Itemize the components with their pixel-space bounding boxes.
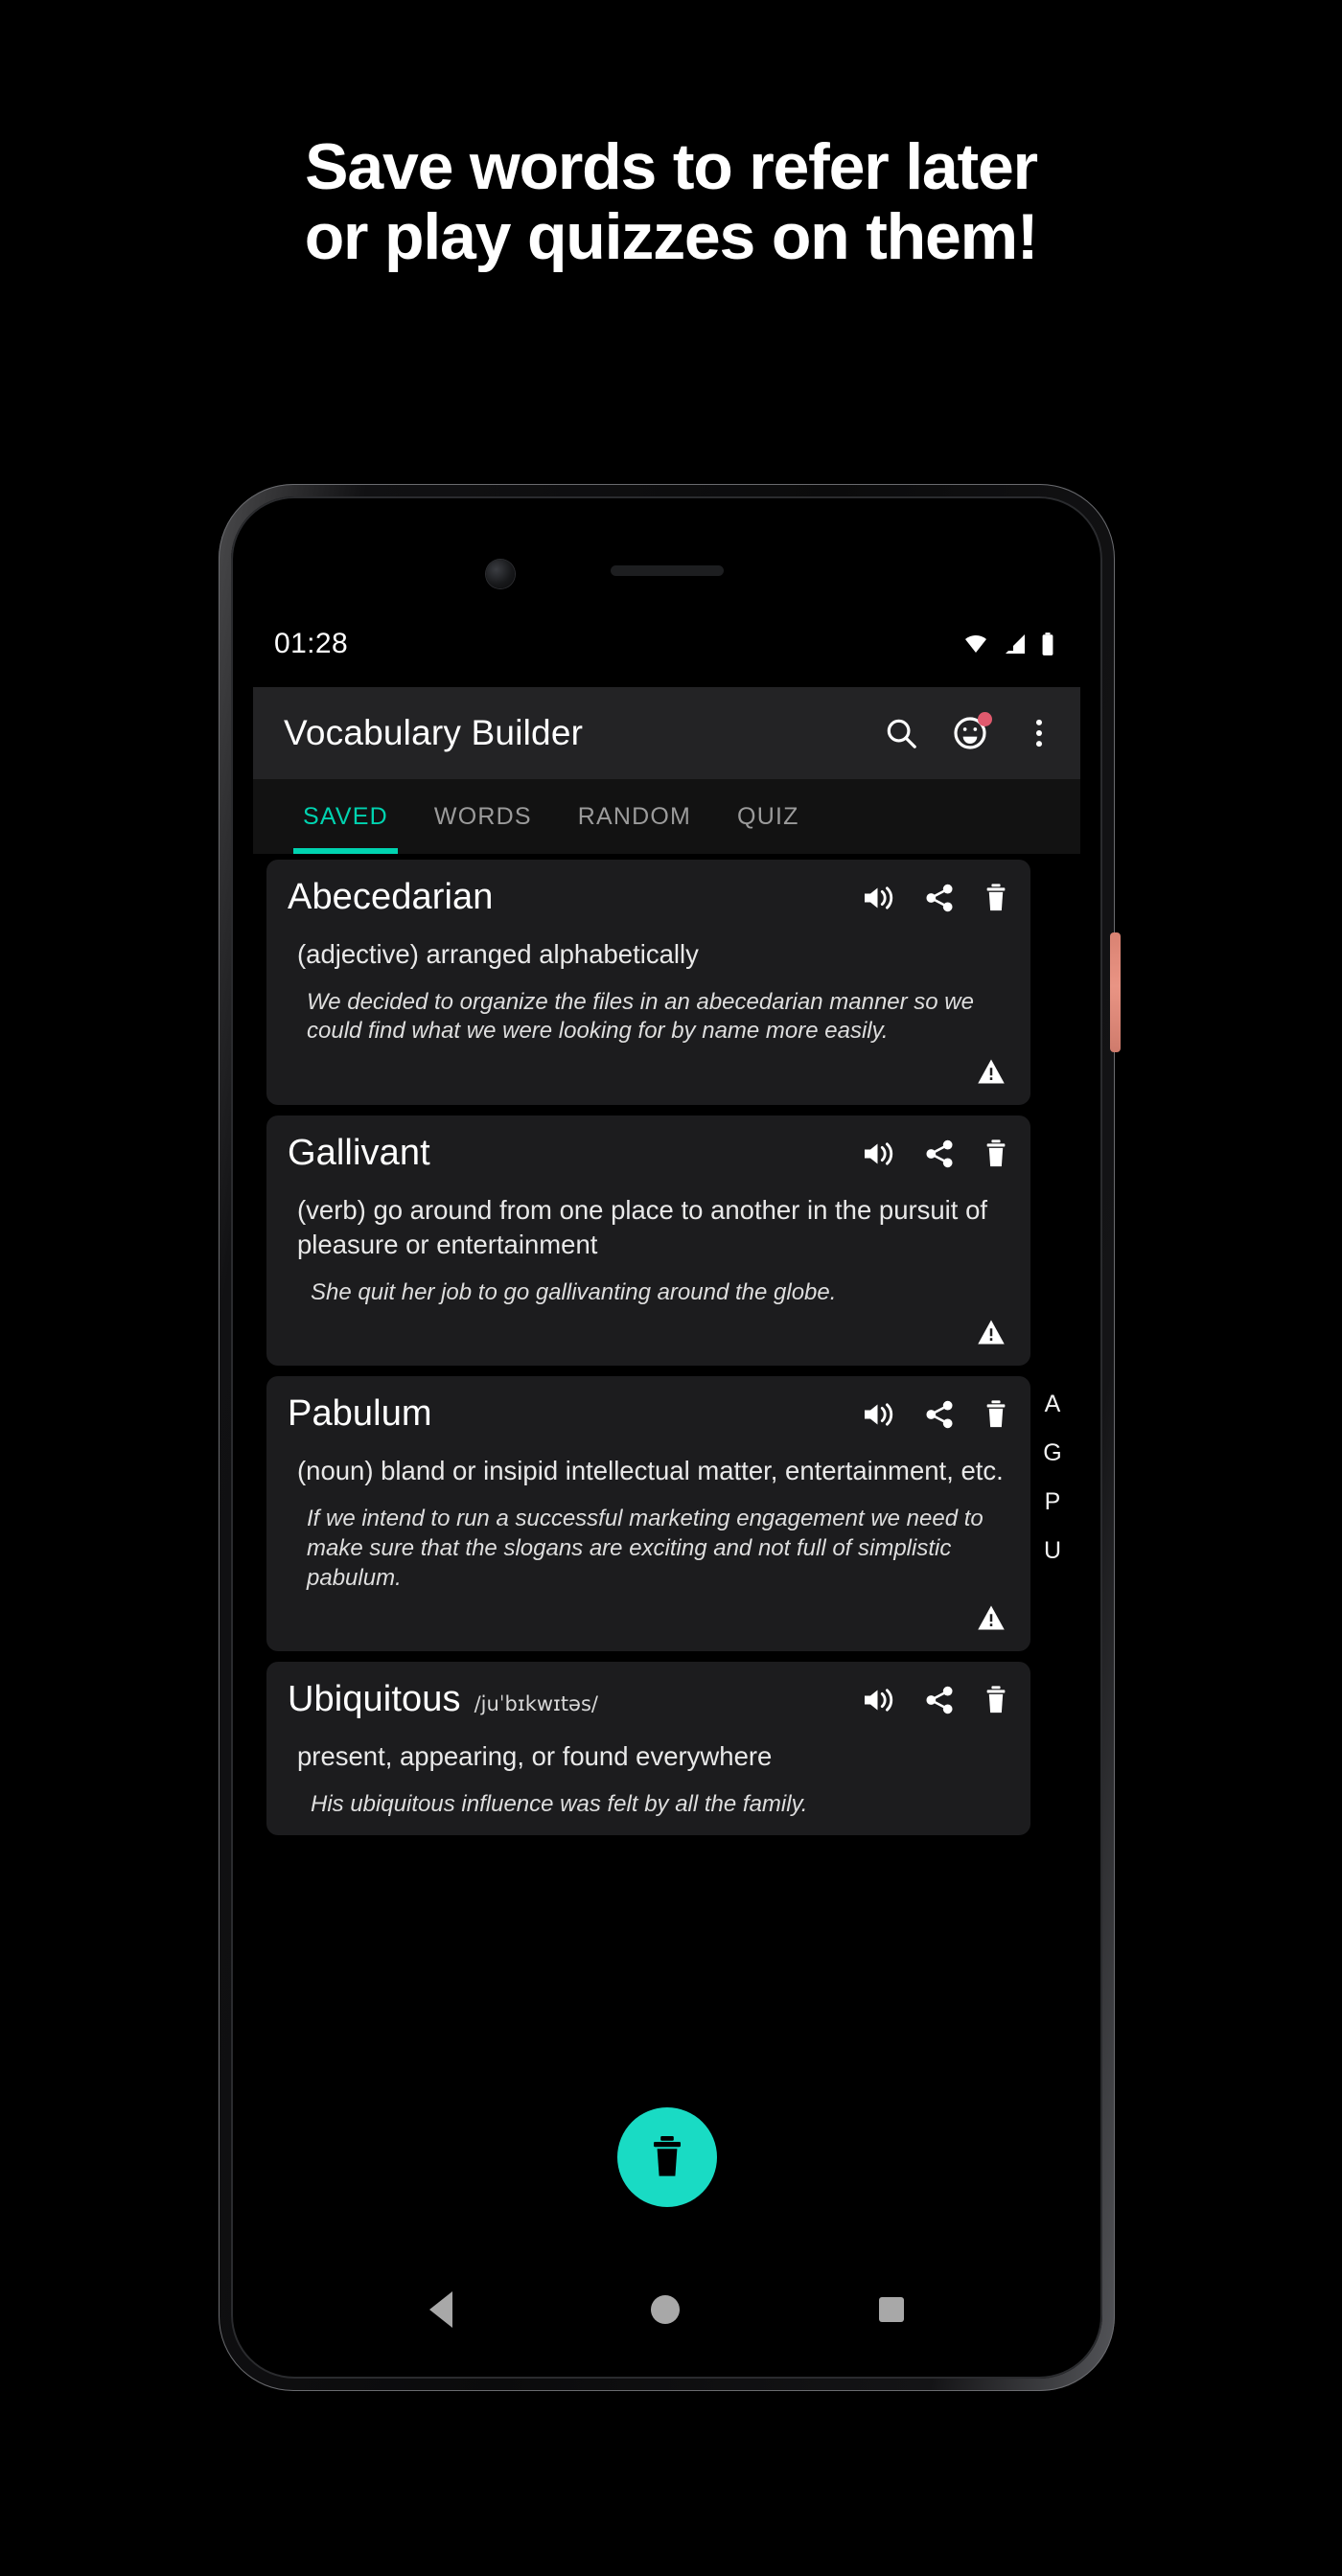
smiley-icon[interactable] xyxy=(950,712,992,753)
warning-icon[interactable] xyxy=(977,1058,1006,1090)
volume-icon[interactable] xyxy=(862,884,896,912)
nav-recents-button[interactable] xyxy=(879,2297,905,2322)
tab-words[interactable]: WORDS xyxy=(411,779,555,854)
warning-icon[interactable] xyxy=(977,1604,1006,1636)
trash-icon xyxy=(647,2134,687,2180)
word-card-actions xyxy=(862,1685,1009,1715)
word-title: Pabulum xyxy=(288,1393,432,1435)
alphabet-index-item[interactable]: A xyxy=(1045,1391,1061,1418)
word-definition: present, appearing, or found everywhere xyxy=(297,1741,773,1772)
wifi-icon xyxy=(961,632,990,656)
word-card-header: Gallivant xyxy=(288,1133,1009,1174)
phone-side-button[interactable] xyxy=(1110,932,1121,1052)
word-phonetic: /juˈbɪkwɪtəs/ xyxy=(474,1692,598,1716)
search-icon[interactable] xyxy=(881,713,921,753)
tab-words-label: WORDS xyxy=(433,802,532,830)
delete-icon[interactable] xyxy=(983,883,1009,913)
word-example: We decided to organize the files in an a… xyxy=(307,988,974,1045)
share-icon[interactable] xyxy=(923,883,956,913)
battery-icon xyxy=(1040,632,1055,656)
delete-fab[interactable] xyxy=(616,2107,717,2207)
status-bar: 01:28 xyxy=(253,611,1080,677)
android-nav-bar xyxy=(253,2264,1080,2356)
app-bar-actions xyxy=(881,712,1059,753)
phone-screen: 01:28 Vocabulary Builder SAVED WORDS RAN… xyxy=(253,519,1080,2356)
word-card-header: Abecedarian xyxy=(288,877,1009,918)
word-definition: (verb) go around from one place to anoth… xyxy=(297,1195,988,1259)
nav-back-button[interactable] xyxy=(428,2291,452,2328)
tab-bar: SAVED WORDS RANDOM QUIZ xyxy=(253,779,1080,854)
word-card-header: Ubiquitous /juˈbɪkwɪtəs/ xyxy=(288,1679,1009,1720)
tab-quiz-label: QUIZ xyxy=(737,802,799,830)
earpiece-speaker xyxy=(610,565,724,576)
tab-random[interactable]: RANDOM xyxy=(555,779,714,854)
overflow-menu-icon[interactable] xyxy=(1019,713,1059,753)
cellular-signal-icon xyxy=(1002,632,1029,656)
volume-icon[interactable] xyxy=(862,1400,896,1429)
tab-saved-label: SAVED xyxy=(303,802,388,830)
delete-icon[interactable] xyxy=(983,1685,1009,1715)
app-bar: Vocabulary Builder xyxy=(253,687,1080,779)
word-card[interactable]: Abecedarian (adjective) arranged alphabe… xyxy=(266,860,1030,1106)
word-title: Ubiquitous xyxy=(288,1679,461,1720)
word-example: If we intend to run a successful marketi… xyxy=(307,1506,983,1591)
word-card[interactable]: Pabulum (noun) bland or insipid intellec… xyxy=(266,1376,1030,1652)
word-card-actions xyxy=(862,883,1009,913)
page-title: Save words to refer later or play quizze… xyxy=(0,0,1342,273)
status-icon-group xyxy=(961,632,1055,656)
word-title: Gallivant xyxy=(288,1133,430,1174)
tab-saved[interactable]: SAVED xyxy=(280,779,411,854)
word-warning-row xyxy=(288,1319,1009,1350)
headline-line-2: or play quizzes on them! xyxy=(304,200,1039,274)
headline-line-1: Save words to refer later xyxy=(305,130,1038,203)
app-title: Vocabulary Builder xyxy=(284,713,584,752)
notification-badge xyxy=(978,712,992,726)
word-example: She quit her job to go gallivanting arou… xyxy=(311,1278,837,1305)
word-definition: (adjective) arranged alphabetically xyxy=(297,939,699,969)
word-warning-row xyxy=(288,1058,1009,1090)
alphabet-index-item[interactable]: G xyxy=(1043,1439,1061,1467)
share-icon[interactable] xyxy=(923,1399,956,1430)
word-card[interactable]: Ubiquitous /juˈbɪkwɪtəs/ present, appear… xyxy=(266,1662,1030,1835)
delete-icon[interactable] xyxy=(983,1399,1009,1430)
warning-icon[interactable] xyxy=(977,1319,1006,1350)
volume-icon[interactable] xyxy=(862,1686,896,1714)
share-icon[interactable] xyxy=(923,1685,956,1715)
alphabet-index-item[interactable]: U xyxy=(1044,1537,1061,1565)
nav-home-button[interactable] xyxy=(651,2295,681,2324)
tab-random-label: RANDOM xyxy=(577,802,692,830)
alphabet-index-item[interactable]: P xyxy=(1045,1488,1061,1516)
word-warning-row xyxy=(288,1604,1009,1636)
word-card-actions xyxy=(862,1399,1009,1430)
alphabet-index[interactable]: A G P U xyxy=(1036,1391,1069,1565)
word-card-actions xyxy=(862,1138,1009,1169)
word-card[interactable]: Gallivant (verb) go around from one plac… xyxy=(266,1116,1030,1367)
word-title: Abecedarian xyxy=(288,877,494,917)
delete-icon[interactable] xyxy=(983,1138,1009,1169)
word-definition: (noun) bland or insipid intellectual mat… xyxy=(297,1456,1004,1486)
front-camera xyxy=(486,560,515,588)
tab-quiz[interactable]: QUIZ xyxy=(714,779,822,854)
word-card-header: Pabulum xyxy=(288,1393,1009,1435)
saved-words-list[interactable]: Abecedarian (adjective) arranged alphabe… xyxy=(253,854,1080,2264)
volume-icon[interactable] xyxy=(862,1139,896,1168)
word-example: His ubiquitous influence was felt by all… xyxy=(311,1791,808,1818)
status-time: 01:28 xyxy=(274,628,349,659)
phone-bezel: 01:28 Vocabulary Builder SAVED WORDS RAN… xyxy=(231,496,1102,2379)
share-icon[interactable] xyxy=(923,1138,956,1169)
phone-mockup: 01:28 Vocabulary Builder SAVED WORDS RAN… xyxy=(219,484,1121,2391)
